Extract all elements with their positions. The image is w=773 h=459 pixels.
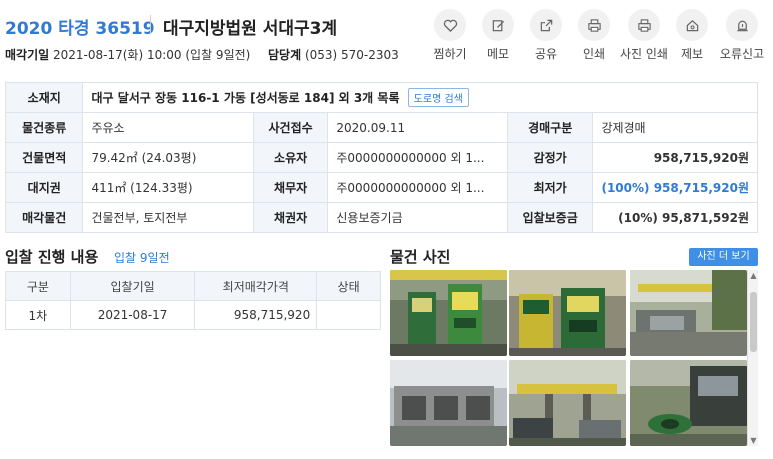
minimum-price-value: (100%) 958,715,920원 — [592, 172, 758, 203]
table-row: 매각물건 건물전부, 토지전부 채권자 신용보증기금 입찰보증금 (10%) 9… — [4, 202, 758, 233]
share-icon — [530, 9, 562, 41]
sale-items-label: 매각물건 — [4, 202, 84, 233]
location-cell: 대구 달서구 장동 116-1 가동 [성서동로 184] 외 3개 목록 도로… — [82, 82, 758, 113]
land-rights-value: 411㎡ (124.33평) — [82, 172, 254, 203]
bid-progress-title: 입찰 진행 내용 — [5, 248, 99, 266]
bid-round: 1차 — [5, 300, 71, 330]
bid-minimum-price: 958,715,920 — [194, 300, 318, 330]
table-row: 1차 2021-08-17 958,715,920 — [5, 300, 381, 330]
auction-type-value: 강제경매 — [592, 112, 758, 143]
table-row: 건물면적 79.42㎡ (24.03평) 소유자 주0000000000000 … — [4, 142, 758, 173]
owner-label: 소유자 — [252, 142, 329, 173]
bid-deposit-label: 입찰보증금 — [506, 202, 594, 233]
column-header: 최저매각가격 — [194, 271, 318, 301]
court-name: 대구지방법원 서대구3계 — [163, 19, 338, 39]
table-row: 대지권 411㎡ (124.33평) 채무자 주0000000000000 외 … — [4, 172, 758, 203]
dept-label: 담당계 — [267, 48, 302, 62]
table-row: 물건종류 주유소 사건접수 2020.09.11 경매구분 강제경매 — [4, 112, 758, 143]
owner-value: 주0000000000000 외 1... — [327, 142, 508, 173]
home-report-icon — [676, 9, 708, 41]
table-row: 소재지 대구 달서구 장동 116-1 가동 [성서동로 184] 외 3개 목… — [4, 82, 758, 113]
property-info-table: 소재지 대구 달서구 장동 116-1 가동 [성서동로 184] 외 3개 목… — [4, 82, 758, 233]
creditor-value: 신용보증기금 — [327, 202, 508, 233]
share-button[interactable]: 공유 — [521, 9, 571, 62]
scroll-down-icon[interactable]: ▼ — [749, 436, 758, 445]
bid-status — [316, 300, 381, 330]
error-report-button[interactable]: 오류신고 — [717, 9, 767, 62]
page-header: 2020 타경 36519 대구지방법원 서대구3계 매각기일 2021-08-… — [0, 0, 773, 70]
debtor-label: 채무자 — [252, 172, 329, 203]
bid-days-left: 입찰 9일전 — [114, 251, 170, 265]
memo-button[interactable]: 메모 — [473, 9, 523, 62]
creditor-label: 채권자 — [252, 202, 329, 233]
table-header-row: 구분 입찰기일 최저매각가격 상태 — [5, 271, 381, 301]
location-value: 대구 달서구 장동 116-1 가동 [성서동로 184] 외 3개 목록 — [91, 91, 400, 105]
bid-progress-table: 구분 입찰기일 최저매각가격 상태 1차 2021-08-17 958,715,… — [5, 271, 381, 330]
scrollbar-thumb[interactable] — [750, 292, 757, 352]
building-area-label: 건물면적 — [4, 142, 84, 173]
appraisal-value: 958,715,920원 — [592, 142, 758, 173]
column-header: 구분 — [5, 271, 71, 301]
title-divider — [150, 15, 151, 33]
minimum-price-label: 최저가 — [506, 172, 594, 203]
item-type-label: 물건종류 — [4, 112, 84, 143]
case-number: 2020 타경 36519 — [5, 19, 155, 39]
property-photo[interactable] — [390, 360, 507, 446]
property-photo[interactable] — [630, 360, 747, 446]
sale-date-value: 2021-08-17(화) 10:00 (입찰 9일전) — [53, 48, 251, 62]
photos-title: 물건 사진 — [390, 248, 451, 266]
case-received-label: 사건접수 — [252, 112, 329, 143]
alert-icon — [726, 9, 758, 41]
property-photo[interactable] — [630, 270, 747, 356]
column-header: 입찰기일 — [69, 271, 196, 301]
property-photo[interactable] — [390, 270, 507, 356]
column-header: 상태 — [316, 271, 381, 301]
dept-phone: (053) 570-2303 — [304, 48, 399, 62]
photo-print-button[interactable]: 사진 인쇄 — [619, 9, 669, 62]
debtor-value: 주0000000000000 외 1... — [327, 172, 508, 203]
case-received-value: 2020.09.11 — [327, 112, 508, 143]
item-type-value: 주유소 — [82, 112, 254, 143]
location-label: 소재지 — [4, 82, 84, 113]
print-icon — [578, 9, 610, 41]
sale-info-line: 매각기일 2021-08-17(화) 10:00 (입찰 9일전) 담당계 (0… — [5, 46, 399, 63]
scroll-up-icon[interactable]: ▲ — [749, 271, 758, 280]
auction-type-label: 경매구분 — [506, 112, 594, 143]
land-rights-label: 대지권 — [4, 172, 84, 203]
more-photos-button[interactable]: 사진 더 보기 — [689, 248, 758, 266]
print-icon — [628, 9, 660, 41]
property-photo[interactable] — [509, 360, 626, 446]
photos-scrollbar[interactable]: ▲ ▼ — [747, 270, 758, 446]
sale-items-value: 건물전부, 토지전부 — [82, 202, 254, 233]
property-photo[interactable] — [509, 270, 626, 356]
building-area-value: 79.42㎡ (24.03평) — [82, 142, 254, 173]
bid-deposit-value: (10%) 95,871,592원 — [592, 202, 758, 233]
favorite-button[interactable]: 찜하기 — [425, 9, 475, 62]
heart-icon — [434, 9, 466, 41]
road-search-button[interactable]: 도로명 검색 — [407, 88, 469, 107]
appraisal-label: 감정가 — [506, 142, 594, 173]
bid-date: 2021-08-17 — [69, 300, 196, 330]
sale-date-label: 매각기일 — [5, 48, 50, 62]
print-button[interactable]: 인쇄 — [569, 9, 619, 62]
report-button[interactable]: 제보 — [667, 9, 717, 62]
edit-icon — [482, 9, 514, 41]
